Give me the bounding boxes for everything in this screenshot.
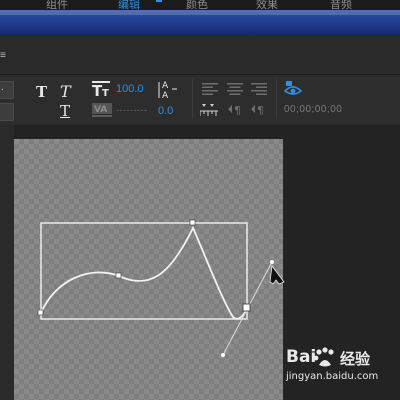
watermark: Bai 经验 jingyan.baidu.com bbox=[286, 347, 386, 392]
handle-point[interactable] bbox=[221, 353, 225, 357]
handle-point[interactable] bbox=[270, 260, 274, 264]
bounding-box[interactable] bbox=[40, 222, 248, 320]
anchor-point[interactable] bbox=[189, 219, 196, 226]
path-overlay bbox=[37, 219, 285, 357]
pen-cursor-icon bbox=[269, 264, 285, 285]
bezier-path[interactable] bbox=[40, 225, 248, 320]
anchor-point-selected[interactable] bbox=[242, 303, 251, 312]
paw-logo-icon bbox=[313, 347, 334, 367]
anchor-point[interactable] bbox=[37, 309, 44, 316]
anchor-point[interactable] bbox=[115, 272, 122, 279]
watermark-url: jingyan.baidu.com bbox=[286, 371, 379, 382]
watermark-brand-right: 经验 bbox=[340, 350, 371, 368]
